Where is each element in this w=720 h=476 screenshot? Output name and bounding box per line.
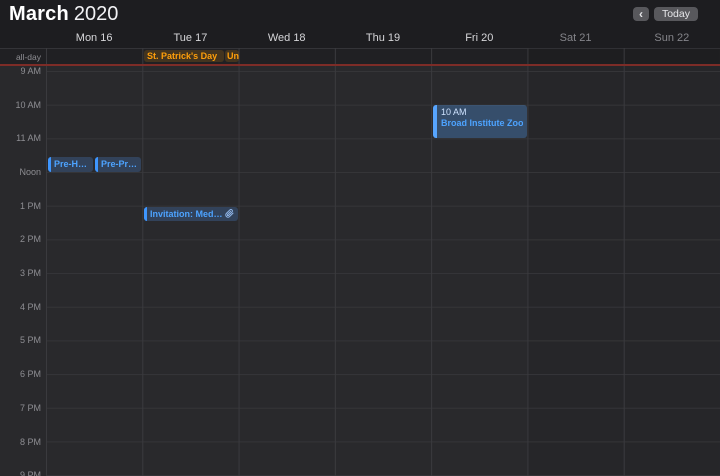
event-pre-pr[interactable]: Pre-Pr… bbox=[95, 157, 141, 172]
day-header-row: Mon 16 Tue 17 Wed 18 Thu 19 Fri 20 Sat 2… bbox=[0, 28, 720, 48]
chevron-left-icon: ‹ bbox=[639, 7, 643, 21]
page-title: March 2020 bbox=[9, 3, 118, 26]
time-label-9am: 9 AM bbox=[0, 66, 41, 76]
time-label-11am: 11 AM bbox=[0, 133, 41, 143]
event-title: Invitation: MedHa… bbox=[147, 207, 225, 221]
time-label-6pm: 6 PM bbox=[0, 369, 41, 379]
prev-week-button[interactable]: ‹ bbox=[633, 7, 649, 21]
event-title: Broad Institute Zoom bbox=[441, 118, 523, 129]
day-header-sun-22[interactable]: Sun 22 bbox=[624, 32, 720, 44]
event-title: Pre-He… bbox=[51, 157, 93, 171]
day-header-thu-19[interactable]: Thu 19 bbox=[335, 32, 431, 44]
calendar-body: all-day St. Patrick's Day Un… 9 AM 10 AM… bbox=[0, 48, 720, 476]
time-label-noon: Noon bbox=[0, 167, 41, 177]
toolbar: March 2020 ‹ Today bbox=[0, 0, 720, 28]
time-label-9pm: 9 PM bbox=[0, 470, 41, 476]
day-header-sat-21[interactable]: Sat 21 bbox=[527, 32, 623, 44]
title-month: March bbox=[9, 3, 69, 26]
event-invitation-medha[interactable]: Invitation: MedHa… bbox=[144, 207, 238, 221]
today-button[interactable]: Today bbox=[654, 7, 698, 21]
paperclip-icon bbox=[225, 209, 235, 219]
time-label-8pm: 8 PM bbox=[0, 437, 41, 447]
day-header-fri-20[interactable]: Fri 20 bbox=[431, 32, 527, 44]
time-label-5pm: 5 PM bbox=[0, 335, 41, 345]
current-time-indicator bbox=[0, 64, 720, 66]
time-label-1pm: 1 PM bbox=[0, 201, 41, 211]
event-time: 10 AM bbox=[441, 107, 523, 118]
day-header-wed-18[interactable]: Wed 18 bbox=[239, 32, 335, 44]
event-title: Pre-Pr… bbox=[98, 157, 141, 171]
toolbar-nav: ‹ Today bbox=[633, 7, 698, 21]
all-day-event-truncated[interactable]: Un… bbox=[225, 50, 239, 62]
event-broad-institute-zoom[interactable]: 10 AM Broad Institute Zoom bbox=[433, 105, 527, 138]
time-label-4pm: 4 PM bbox=[0, 302, 41, 312]
time-label-2pm: 2 PM bbox=[0, 234, 41, 244]
event-pre-he[interactable]: Pre-He… bbox=[48, 157, 93, 172]
time-label-3pm: 3 PM bbox=[0, 268, 41, 278]
all-day-label: all-day bbox=[0, 52, 41, 62]
day-header-tue-17[interactable]: Tue 17 bbox=[142, 32, 238, 44]
time-label-7pm: 7 PM bbox=[0, 403, 41, 413]
title-year: 2020 bbox=[74, 3, 119, 26]
hour-gridlines bbox=[46, 65, 720, 476]
calendar-window: March 2020 ‹ Today Mon 16 Tue 17 Wed 18 … bbox=[0, 0, 720, 476]
time-label-10am: 10 AM bbox=[0, 100, 41, 110]
day-header-mon-16[interactable]: Mon 16 bbox=[46, 32, 142, 44]
all-day-event-st-patricks-day[interactable]: St. Patrick's Day bbox=[144, 50, 224, 62]
